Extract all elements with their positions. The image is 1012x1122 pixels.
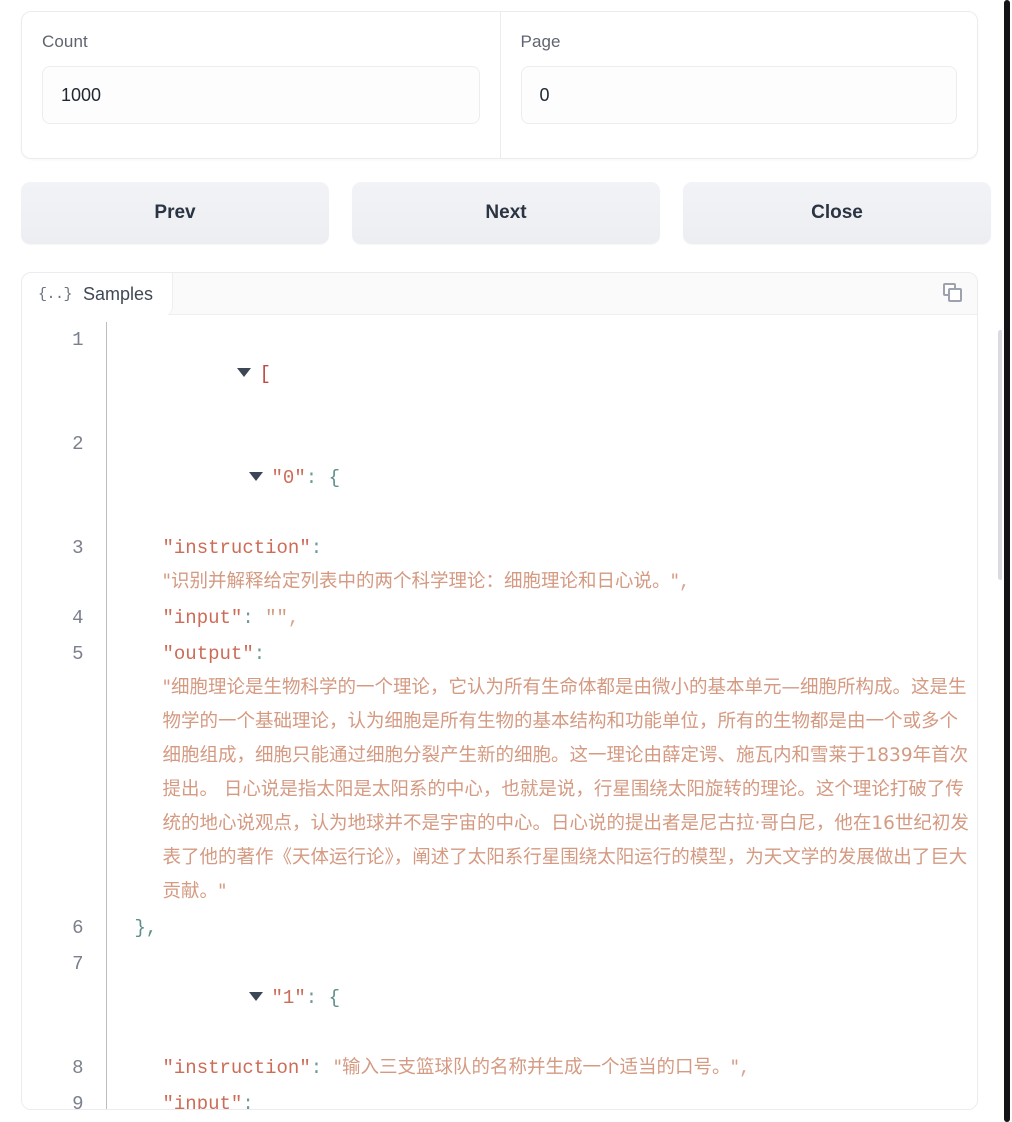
line-number: 4 — [22, 600, 106, 636]
close-button[interactable]: Close — [683, 182, 991, 244]
code-line: 6 }, — [22, 910, 977, 946]
page-field-group: Page — [500, 12, 978, 158]
token-colon: : — [242, 1093, 253, 1109]
page-scrollbar-track[interactable] — [1002, 0, 1012, 1122]
page-scrollbar-thumb[interactable] — [1004, 0, 1010, 1122]
line-number: 8 — [22, 1050, 106, 1086]
line-number: 5 — [22, 636, 106, 910]
token-close-brace-comma: }, — [135, 917, 158, 939]
token-colon: : — [242, 607, 253, 629]
code-content: }, — [106, 910, 977, 946]
value-r1-instruction: "输入三支篮球队的名称并生成一个适当的口号。" — [334, 1057, 740, 1078]
token-open-brace: { — [329, 987, 340, 1009]
line-number: 3 — [22, 530, 106, 600]
params-card: Count Page — [21, 11, 978, 159]
code-content: "0": { — [106, 426, 977, 530]
code-line: 4 "input": "", — [22, 600, 977, 636]
token-colon: : — [311, 537, 322, 559]
token-key-input: "input" — [163, 1093, 243, 1109]
collapse-arrow-root[interactable] — [237, 368, 251, 377]
code-line: 8 "instruction": "输入三支篮球队的名称并生成一个适当的口号。"… — [22, 1050, 977, 1086]
tab-samples[interactable]: {..} Samples — [22, 273, 173, 316]
code-line: 5 "output": "细胞理论是生物科学的一个理论，它认为所有生命体都是由微… — [22, 636, 977, 910]
count-label: Count — [42, 32, 480, 52]
token-comma: , — [739, 1057, 750, 1079]
token-comma: , — [288, 607, 299, 629]
line-number: 1 — [22, 322, 106, 426]
json-code-table: 1 [ 2 "0": { 3 "instruction": "识别并解释给定列表… — [22, 322, 977, 1109]
token-open-bracket: [ — [260, 363, 271, 385]
samples-panel-header: {..} Samples — [22, 273, 977, 315]
value-r0-instruction: "识别并解释给定列表中的两个科学理论：细胞理论和日心说。" — [163, 571, 680, 592]
code-content: "1": { — [106, 946, 977, 1050]
line-number: 9 — [22, 1086, 106, 1109]
token-comma: , — [679, 571, 690, 593]
code-content: "output": "细胞理论是生物科学的一个理论，它认为所有生命体都是由微小的… — [106, 636, 977, 910]
token-key-1: "1" — [272, 987, 306, 1009]
copy-icon[interactable] — [941, 282, 965, 306]
code-content: "instruction": "识别并解释给定列表中的两个科学理论：细胞理论和日… — [106, 530, 977, 600]
code-content: "input": "", — [106, 600, 977, 636]
token-colon: : — [306, 467, 317, 489]
code-line: 9 "input": "输入：俄克拉荷马城雷霆队，芝加哥公牛队，布鲁克林网队。"… — [22, 1086, 977, 1109]
samples-panel: {..} Samples 1 [ 2 "0": { 3 "i — [21, 272, 978, 1110]
code-content: [ — [106, 322, 977, 426]
pagination-button-row: Prev Next Close — [21, 182, 991, 244]
code-content: "input": "输入：俄克拉荷马城雷霆队，芝加哥公牛队，布鲁克林网队。", — [106, 1086, 977, 1109]
code-line: 7 "1": { — [22, 946, 977, 1050]
token-key-output: "output" — [163, 643, 254, 665]
token-colon: : — [254, 643, 265, 665]
token-key-0: "0" — [272, 467, 306, 489]
token-colon: : — [306, 987, 317, 1009]
token-key-instruction: "instruction" — [163, 1057, 311, 1079]
page-input[interactable] — [521, 66, 958, 124]
json-viewer[interactable]: 1 [ 2 "0": { 3 "instruction": "识别并解释给定列表… — [22, 315, 977, 1109]
code-line: 2 "0": { — [22, 426, 977, 530]
tab-samples-label: Samples — [83, 284, 153, 305]
code-line: 3 "instruction": "识别并解释给定列表中的两个科学理论：细胞理论… — [22, 530, 977, 600]
json-braces-icon: {..} — [38, 286, 72, 303]
line-number: 2 — [22, 426, 106, 530]
token-open-brace: { — [329, 467, 340, 489]
line-number: 7 — [22, 946, 106, 1050]
count-input[interactable] — [42, 66, 480, 124]
prev-button[interactable]: Prev — [21, 182, 329, 244]
collapse-arrow-record-0[interactable] — [249, 472, 263, 481]
token-key-input: "input" — [163, 607, 243, 629]
collapse-arrow-record-1[interactable] — [249, 992, 263, 1001]
value-r0-input: "" — [265, 607, 288, 629]
code-content: "instruction": "输入三支篮球队的名称并生成一个适当的口号。", — [106, 1050, 977, 1086]
token-key-instruction: "instruction" — [163, 537, 311, 559]
copy-icon-front-square — [948, 288, 962, 302]
count-field-group: Count — [22, 12, 500, 158]
code-line: 1 [ — [22, 322, 977, 426]
token-colon: : — [311, 1057, 322, 1079]
value-r0-output: "细胞理论是生物科学的一个理论，它认为所有生命体都是由微小的基本单元—细胞所构成… — [163, 677, 969, 902]
next-button[interactable]: Next — [352, 182, 660, 244]
page-label: Page — [521, 32, 958, 52]
line-number: 6 — [22, 910, 106, 946]
